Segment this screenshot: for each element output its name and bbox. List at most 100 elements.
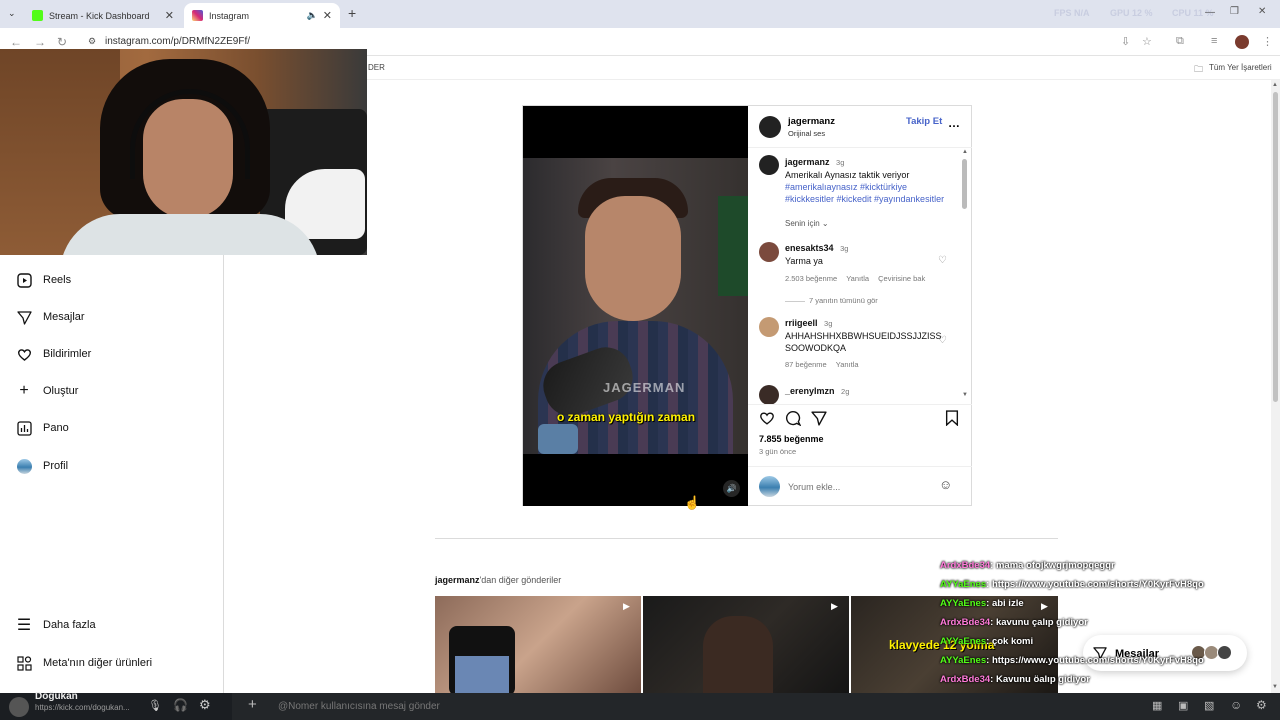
bookmark-partial[interactable]: DER [368, 63, 385, 72]
audio-label[interactable]: Orijinal ses [788, 129, 825, 138]
caption-hashtags-line1[interactable]: #amerikalıaynasız #kicktürkiye [785, 182, 907, 192]
close-window-icon[interactable]: ✕ [1258, 6, 1266, 17]
reel-video[interactable]: JAGERMAN o zaman yaptığın zaman 🔊 [523, 106, 748, 506]
save-bookmark-icon[interactable] [945, 410, 959, 431]
mute-toggle-icon[interactable]: 🔊 [723, 480, 740, 497]
tab-list-chevron-icon[interactable]: ⌄ [8, 8, 16, 19]
scroll-thumb[interactable] [962, 159, 967, 209]
chat-username[interactable]: AYYaEnes [940, 579, 986, 590]
caption-avatar[interactable] [759, 155, 779, 175]
tab-instagram[interactable]: Instagram 🔈 ✕ [184, 3, 340, 28]
close-tab-icon[interactable]: ✕ [165, 9, 174, 22]
streamer-link[interactable]: https://kick.com/dogukan... [35, 703, 130, 712]
sidebar-item-messages[interactable]: Mesajlar [16, 309, 85, 325]
comment-avatar[interactable] [759, 317, 779, 337]
caption-hashtags-line2[interactable]: #kickkesitler #kickedit #yayındankesitle… [785, 194, 944, 204]
sidebar-item-reels[interactable]: Reels [16, 272, 71, 288]
like-heart-icon[interactable] [759, 410, 775, 431]
scroll-up-icon[interactable]: ▲ [962, 149, 968, 155]
gift-icon[interactable]: ▦ [1152, 699, 1162, 712]
like-count[interactable]: 7.855 beğenme [759, 434, 824, 444]
share-send-icon[interactable] [811, 410, 827, 431]
more-post-thumb-1[interactable]: ▶ [435, 596, 641, 696]
comment-likes[interactable]: 87 beğenme [785, 360, 827, 369]
headphones-icon[interactable]: 🎧 [173, 698, 188, 712]
tab-title: Stream - Kick Dashboard [49, 10, 150, 21]
translate-button[interactable]: Çevirisine bak [878, 274, 925, 283]
caption-username[interactable]: jagermanz [785, 157, 830, 167]
close-tab-icon[interactable]: ✕ [323, 9, 332, 22]
sidebar-more-button[interactable]: ☰ Daha fazla [16, 617, 96, 634]
chat-username[interactable]: AYYaEnes [940, 636, 986, 647]
hud-fps: FPS N/A [1054, 8, 1090, 18]
author-avatar[interactable] [759, 116, 781, 138]
add-attachment-icon[interactable]: + [248, 696, 257, 713]
comment-input[interactable]: Yorum ekle... [788, 482, 840, 492]
sidebar-item-notifications[interactable]: Bildirimler [16, 346, 91, 362]
sidebar-item-profile[interactable]: Profil [16, 458, 68, 474]
webcam-overlay [0, 49, 367, 255]
back-icon[interactable]: ← [10, 35, 22, 49]
emoji-icon[interactable]: ☺ [1230, 698, 1242, 712]
bookmark-star-icon[interactable]: ☆ [1142, 35, 1152, 48]
comment-avatar[interactable] [759, 242, 779, 262]
comment-username[interactable]: _erenylmzn [785, 386, 835, 396]
for-you-filter[interactable]: Senin için ⌄ [785, 219, 829, 228]
comment-username[interactable]: enesakts34 [785, 243, 834, 253]
chat-message-input[interactable]: @Nomer kullanıcısına mesaj gönder [278, 701, 440, 712]
forward-icon[interactable]: → [34, 35, 46, 49]
sticker-icon[interactable]: ▧ [1204, 699, 1214, 712]
sidebar-meta-products-button[interactable]: Meta'nın diğer ürünleri [16, 655, 152, 671]
all-bookmarks-button[interactable]: Tüm Yer İşaretleri [1209, 63, 1272, 72]
restore-icon[interactable]: ❐ [1230, 6, 1239, 17]
chat-username[interactable]: ArdxBde34 [940, 560, 990, 571]
install-app-icon[interactable]: ⇩ [1121, 35, 1130, 48]
comment-like-heart-icon[interactable]: ♡ [938, 335, 947, 346]
chat-username[interactable]: AYYaEnes [940, 598, 986, 609]
comment-likes[interactable]: 2.503 beğenme [785, 274, 837, 283]
follow-button[interactable]: Takip Et [906, 116, 942, 127]
extensions-icon[interactable]: ⧉ [1176, 35, 1184, 48]
more-post-thumb-2[interactable]: ▶ [643, 596, 849, 693]
minimize-icon[interactable]: — [1205, 7, 1215, 18]
scroll-down-icon[interactable]: ▼ [1272, 684, 1278, 690]
scroll-down-icon[interactable]: ▼ [962, 392, 968, 398]
chat-gear-icon[interactable]: ⚙ [1256, 698, 1267, 712]
gif-icon[interactable]: ▣ [1178, 699, 1188, 712]
more-posts-username[interactable]: jagermanz [435, 575, 480, 585]
chat-username[interactable]: ArdxBde34 [940, 617, 990, 628]
tab-kick-dashboard[interactable]: Stream - Kick Dashboard ✕ [24, 3, 182, 28]
speaker-icon[interactable]: 🔈 [307, 10, 318, 21]
comment-username[interactable]: rriigeell [785, 318, 818, 328]
view-replies-label: 7 yanıtın tümünü gör [809, 296, 878, 305]
sidebar-item-dashboard[interactable]: Pano [16, 420, 69, 436]
chat-username[interactable]: ArdxBde34 [940, 674, 990, 685]
comment-avatar[interactable] [759, 385, 779, 404]
reload-icon[interactable]: ↻ [57, 35, 67, 49]
comment-bubble-icon[interactable] [785, 410, 802, 431]
chat-message: ArdxBde34: mama ofojkwgrjmopqegqr [940, 560, 1115, 571]
scroll-up-icon[interactable]: ▲ [1272, 82, 1278, 88]
sidebar-item-create[interactable]: + Oluştur [16, 382, 78, 399]
microphone-icon[interactable]: 🎙 [148, 699, 162, 712]
comment-1: enesakts34 3g Yarma ya [785, 242, 848, 267]
new-tab-button[interactable]: + [348, 5, 356, 21]
more-options-icon[interactable]: … [948, 116, 960, 130]
settings-gear-icon[interactable]: ⚙ [199, 697, 211, 713]
media-control-icon[interactable]: ≡ [1211, 35, 1217, 47]
author-username[interactable]: jagermanz [788, 116, 835, 127]
page-scrollbar[interactable]: ▲ ▼ [1271, 80, 1280, 693]
chat-username[interactable]: AYYaEnes [940, 655, 986, 666]
comments-scrollbar[interactable]: ▲ ▼ [962, 149, 968, 401]
profile-avatar-icon[interactable] [1235, 35, 1249, 49]
menu-icon[interactable]: ⋮ [1262, 35, 1273, 48]
view-replies[interactable]: 7 yanıtın tümünü gör [785, 296, 878, 305]
divider [785, 300, 805, 302]
page-scroll-thumb[interactable] [1273, 92, 1278, 402]
emoji-icon[interactable]: ☺ [939, 477, 952, 492]
sidebar-item-label: Bildirimler [43, 348, 92, 360]
reply-button[interactable]: Yanıtla [836, 360, 859, 369]
reply-button[interactable]: Yanıtla [846, 274, 869, 283]
site-info-icon[interactable]: ⚙ [88, 36, 96, 47]
comment-like-heart-icon[interactable]: ♡ [938, 255, 947, 266]
